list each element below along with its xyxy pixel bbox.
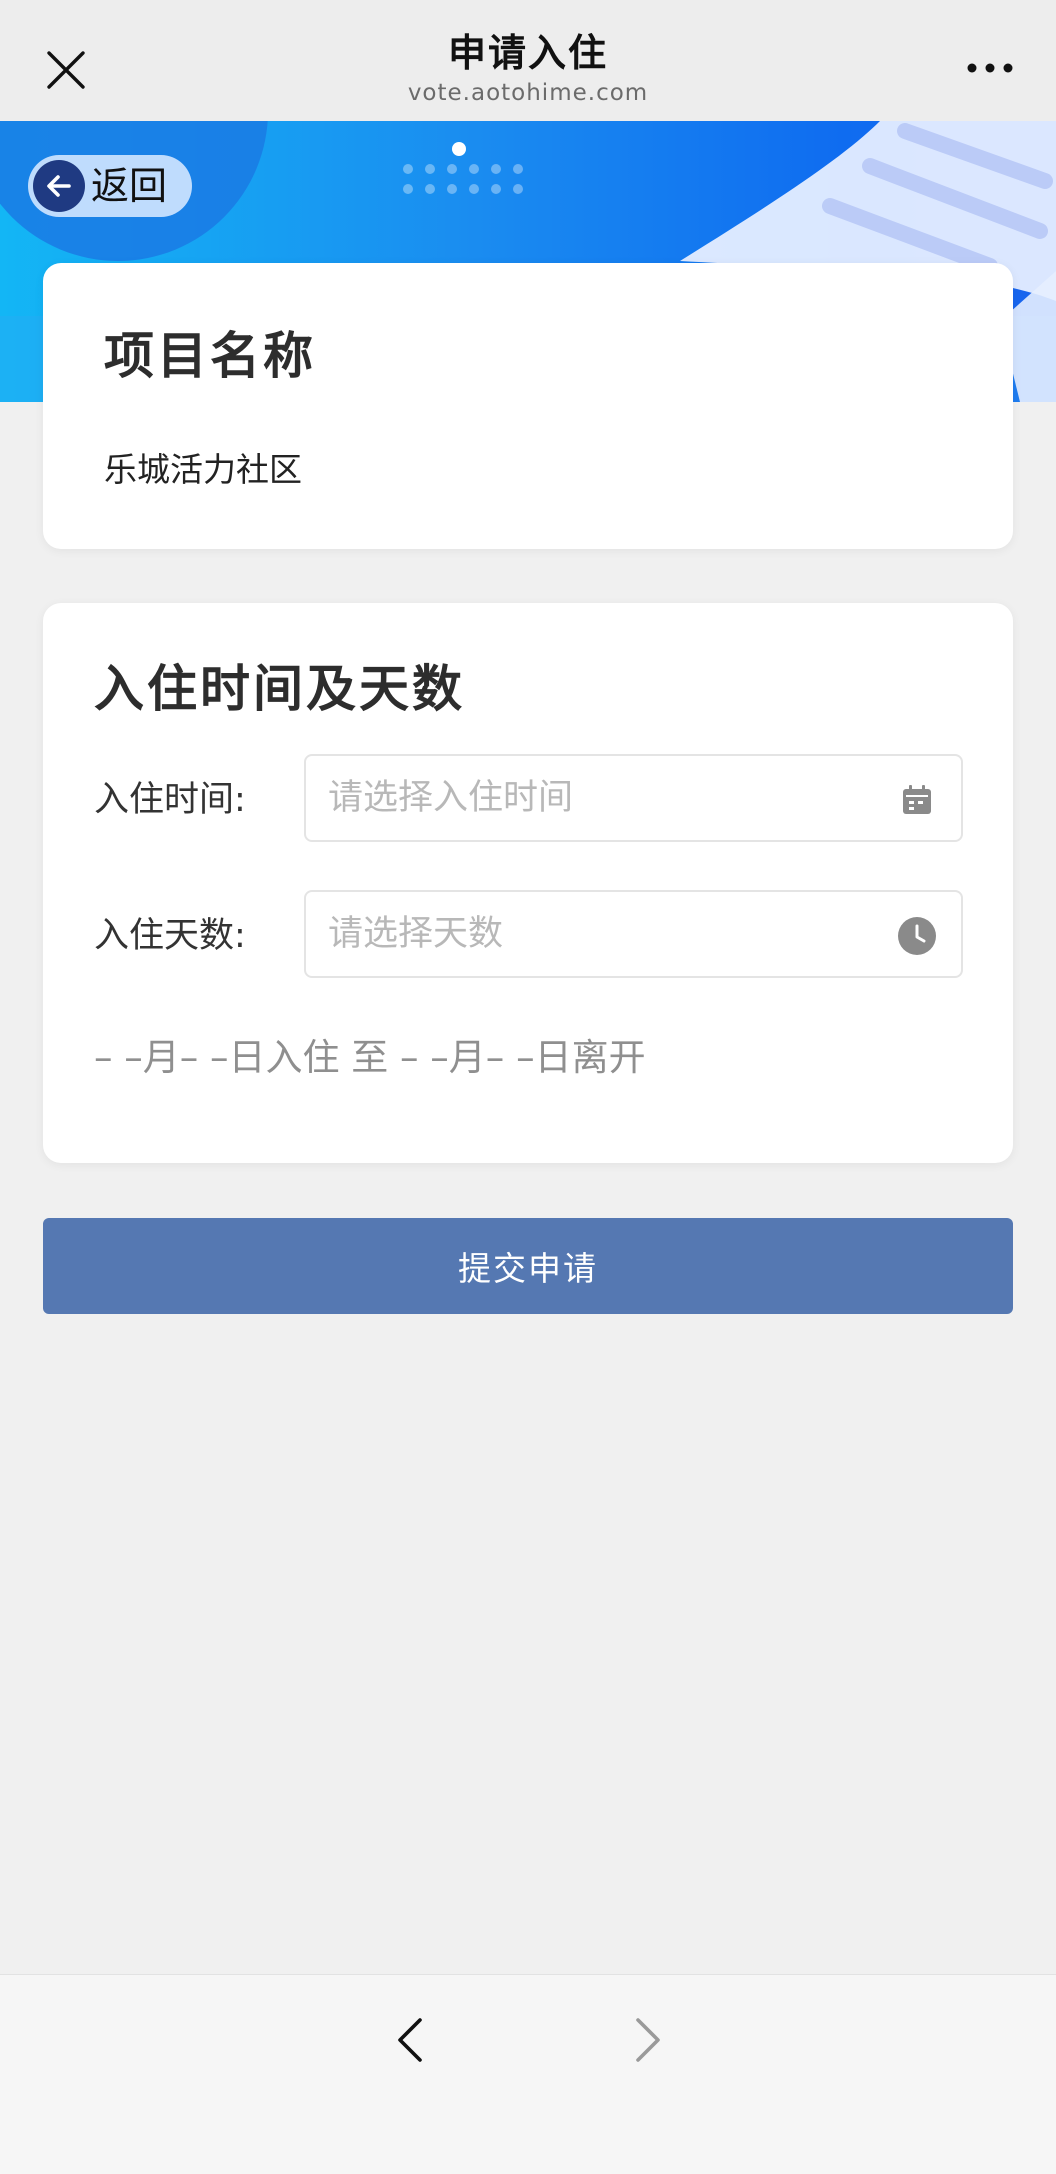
project-heading: 项目名称 [104, 327, 316, 385]
checkin-time-placeholder: 请选择入住时间 [328, 778, 574, 818]
chevron-right-icon [636, 2018, 660, 2062]
more-button[interactable] [960, 44, 1020, 92]
back-button[interactable]: 返回 [28, 155, 192, 217]
page-url: vote.aotohime.com [407, 80, 649, 106]
navbar-title-block: 申请入住 vote.aotohime.com [0, 28, 1056, 108]
checkin-days-label: 入住天数: [94, 916, 246, 956]
more-icon [967, 63, 1013, 73]
chevron-left-icon [398, 2018, 422, 2062]
submit-button[interactable]: 提交申请 [43, 1218, 1013, 1314]
browser-back-button[interactable] [380, 2005, 440, 2075]
browser-forward-button [618, 2005, 678, 2075]
calendar-icon [897, 780, 937, 820]
checkin-time-picker[interactable]: 请选择入住时间 [304, 754, 963, 842]
arrow-left-icon [33, 160, 85, 212]
checkin-time-label: 入住时间: [94, 780, 246, 820]
checkin-days-picker[interactable]: 请选择天数 [304, 890, 963, 978]
checkin-days-placeholder: 请选择天数 [328, 914, 504, 954]
bottom-toolbar [0, 1974, 1056, 2174]
project-name-value: 乐城活力社区 [104, 450, 302, 489]
stay-date-summary: – –月– –日入住 至 – –月– –日离开 [94, 1036, 646, 1079]
checkin-card: 入住时间及天数 入住时间: 请选择入住时间 入住天数: 请选择天数 – –月– … [43, 603, 1013, 1163]
project-card: 项目名称 乐城活力社区 [43, 263, 1013, 549]
clock-icon [897, 916, 937, 956]
back-button-label: 返回 [91, 164, 168, 208]
top-navbar: 申请入住 vote.aotohime.com [0, 0, 1056, 121]
page-title: 申请入住 [447, 31, 608, 75]
checkin-heading: 入住时间及天数 [94, 660, 465, 718]
